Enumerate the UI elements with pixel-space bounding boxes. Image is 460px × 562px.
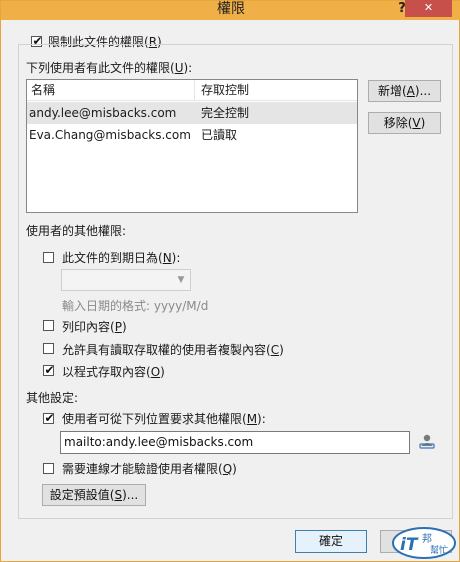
user-access: 已讀取 [201,128,238,142]
add-button[interactable]: 新增(A)... [368,80,441,102]
ok-button[interactable]: 確定 [295,530,367,553]
remove-button[interactable]: 移除(V) [368,112,441,134]
other-settings-header: 其他設定: [26,391,79,405]
users-list[interactable]: 名稱 存取控制 andy.lee@misbacks.com 完全控制 Eva.C… [26,79,358,213]
user-name: andy.lee@misbacks.com [29,106,177,120]
check-icon: ✔ [44,363,55,377]
request-permission-checkbox[interactable]: ✔ [43,411,55,425]
request-address-input[interactable]: mailto:andy.lee@misbacks.com [60,431,410,454]
list-item[interactable]: Eva.Chang@misbacks.com 已讀取 [27,124,357,146]
chevron-down-icon: ▼ [177,275,185,285]
user-access: 完全控制 [201,106,250,120]
column-divider[interactable] [194,80,195,100]
users-list-label: 下列使用者有此文件的權限(U): [26,61,193,75]
programmatic-access-label: 以程式存取內容(O) [62,365,165,379]
expires-checkbox[interactable] [43,252,54,263]
print-label: 列印內容(P) [62,320,127,334]
list-item[interactable]: andy.lee@misbacks.com 完全控制 [27,102,357,124]
print-checkbox[interactable] [43,320,54,331]
address-book-icon[interactable] [418,433,436,451]
programmatic-access-checkbox[interactable]: ✔ [43,363,55,377]
ithome-watermark-logo: iT 邦 幫忙 [392,527,456,559]
copy-checkbox[interactable] [43,343,54,354]
window-title: 權限 [217,1,245,17]
svg-text:幫忙: 幫忙 [430,544,448,556]
svg-text:iT: iT [400,535,419,555]
column-access[interactable]: 存取控制 [197,80,249,100]
expiry-date-select[interactable]: ▼ [61,269,191,291]
check-icon: ✔ [44,411,55,425]
expires-label: 此文件的到期日為(N): [62,251,181,265]
title-bar: 權限 ? ✕ [1,0,460,20]
set-defaults-button[interactable]: 設定預設值(S)... [42,484,146,506]
require-connection-checkbox[interactable] [43,463,54,474]
request-permission-label: 使用者可從下列位置要求其他權限(M): [62,412,266,426]
date-format-hint: 輸入日期的格式: yyyy/M/d [62,299,209,313]
permission-dialog: 權限 ? ✕ ✔ 限制此文件的權限(R) 下列使用者有此文件的權限(U): 名稱… [0,0,460,562]
column-name[interactable]: 名稱 [27,80,55,100]
users-list-header: 名稱 存取控制 [27,80,357,101]
close-button[interactable]: ✕ [405,0,452,17]
svg-text:邦: 邦 [422,532,432,545]
require-connection-label: 需要連線才能驗證使用者權限(Q) [62,462,237,476]
user-name: Eva.Chang@misbacks.com [29,128,191,142]
other-permissions-header: 使用者的其他權限: [26,224,127,238]
copy-label: 允許具有讀取存取權的使用者複製內容(C) [62,343,284,357]
